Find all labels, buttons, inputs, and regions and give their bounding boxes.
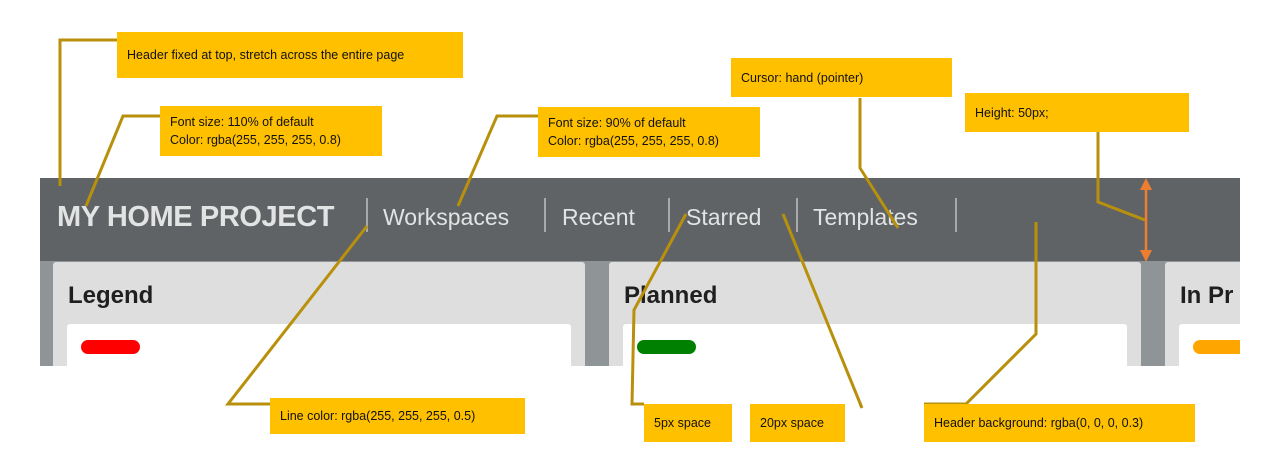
leader-line-header-fixed	[58, 38, 117, 186]
card[interactable]	[1179, 324, 1240, 366]
card[interactable]	[623, 324, 1127, 366]
nav-separator	[668, 198, 670, 232]
nav-item-recent[interactable]: Recent	[562, 204, 635, 231]
note-text: Font size: 90% of default	[548, 116, 686, 130]
nav-item-templates[interactable]: Templates	[813, 204, 918, 231]
nav-separator	[544, 198, 546, 232]
note-text: Cursor: hand (pointer)	[741, 70, 864, 85]
column-title: Legend	[68, 282, 154, 309]
note-header-fixed: Header fixed at top, stretch across the …	[117, 32, 463, 78]
note-title-font: Font size: 110% of default Color: rgba(2…	[160, 106, 382, 156]
project-title: MY HOME PROJECT	[57, 201, 335, 233]
column-legend: Legend	[53, 262, 585, 366]
column-title: Planned	[624, 282, 718, 309]
note-cursor: Cursor: hand (pointer)	[731, 58, 952, 97]
nav-item-starred[interactable]: Starred	[686, 204, 761, 231]
note-text: Color: rgba(255, 255, 255, 0.8)	[548, 134, 719, 148]
note-text: Color: rgba(255, 255, 255, 0.8)	[170, 133, 341, 147]
note-height: Height: 50px;	[965, 93, 1189, 132]
note-text: Font size: 110% of default	[170, 115, 314, 129]
column-title: In Pr	[1180, 282, 1234, 309]
card[interactable]	[67, 324, 571, 366]
label-pill-orange	[1193, 340, 1240, 354]
note-5px-space: 5px space	[644, 404, 732, 442]
note-text: Height: 50px;	[975, 105, 1049, 120]
note-header-background: Header background: rgba(0, 0, 0, 0.3)	[924, 404, 1195, 442]
note-text: 5px space	[654, 416, 711, 430]
note-text: Header fixed at top, stretch across the …	[127, 48, 405, 62]
nav-item-workspaces[interactable]: Workspaces	[383, 204, 509, 231]
board-screenshot: MY HOME PROJECT Workspaces Recent Starre…	[40, 178, 1240, 366]
nav-separator	[796, 198, 798, 232]
note-text: Header background: rgba(0, 0, 0, 0.3)	[934, 416, 1144, 430]
note-nav-font: Font size: 90% of default Color: rgba(25…	[538, 107, 760, 157]
note-20px-space: 20px space	[750, 404, 845, 442]
column-in-progress: In Pr	[1165, 262, 1240, 366]
note-line-color: Line color: rgba(255, 255, 255, 0.5)	[270, 398, 525, 434]
annotated-header-spec: MY HOME PROJECT Workspaces Recent Starre…	[0, 0, 1280, 458]
nav-separator	[955, 198, 957, 232]
note-text: Line color: rgba(255, 255, 255, 0.5)	[280, 409, 476, 423]
app-header: MY HOME PROJECT Workspaces Recent Starre…	[40, 178, 1240, 261]
note-text: 20px space	[760, 416, 824, 430]
column-planned: Planned	[609, 262, 1141, 366]
label-pill-green	[637, 340, 696, 354]
nav-separator	[366, 198, 368, 232]
label-pill-red	[81, 340, 140, 354]
